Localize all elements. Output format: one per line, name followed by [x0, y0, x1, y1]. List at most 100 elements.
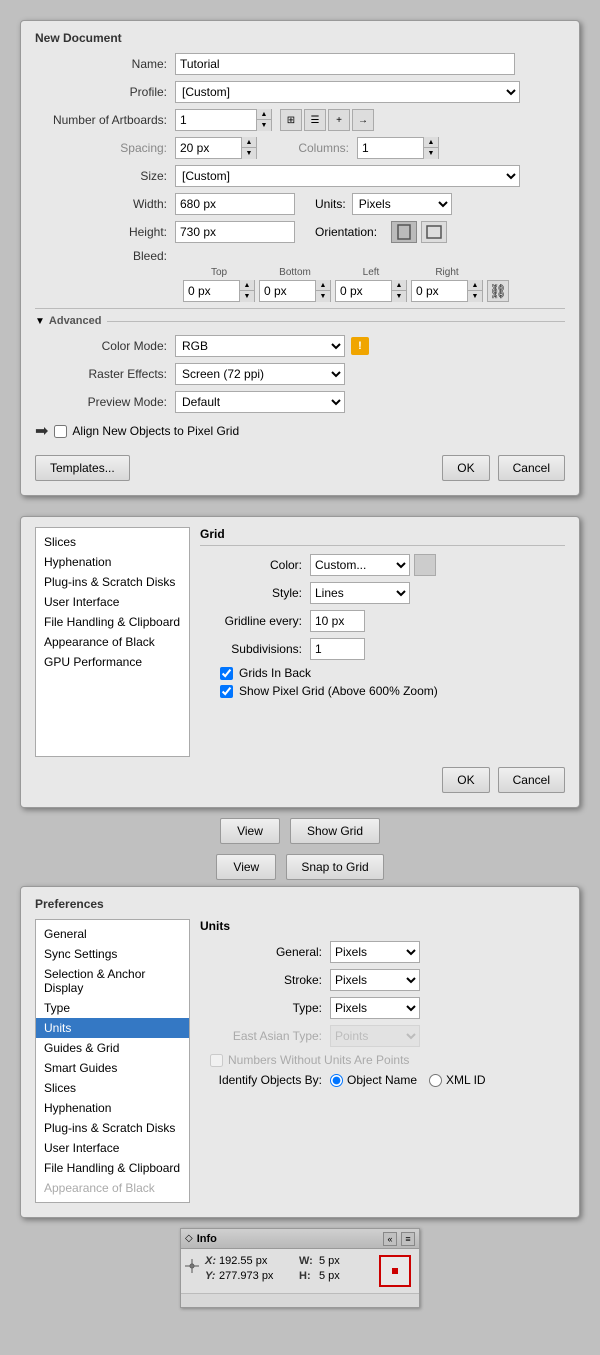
panel-menu-btn[interactable]: ≡ [401, 1232, 415, 1246]
color-swatch[interactable] [414, 554, 436, 576]
width-units-row: Width: Units: Pixels [35, 193, 565, 215]
h-label: H: [299, 1270, 319, 1282]
units-stroke-select[interactable]: Pixels [330, 969, 420, 991]
prefs-layout: Slices Hyphenation Plug-ins & Scratch Di… [35, 527, 565, 757]
preview-mode-label: Preview Mode: [35, 395, 175, 409]
snap-to-grid-button[interactable]: Snap to Grid [286, 854, 383, 880]
columns-up[interactable]: ▲ [424, 137, 438, 148]
sidebar-file-u[interactable]: File Handling & Clipboard [36, 1158, 189, 1178]
artboard-col-icon[interactable]: + [328, 109, 350, 131]
columns-input[interactable] [358, 138, 423, 158]
ok-button[interactable]: OK [442, 455, 489, 481]
artboard-row-icon[interactable]: ☰ [304, 109, 326, 131]
raster-effects-select[interactable]: Screen (72 ppi) [175, 363, 345, 385]
sidebar-sync[interactable]: Sync Settings [36, 944, 189, 964]
templates-button[interactable]: Templates... [35, 455, 130, 481]
color-mode-select[interactable]: RGB [175, 335, 345, 357]
prefs-grid-dialog: Slices Hyphenation Plug-ins & Scratch Di… [20, 516, 580, 808]
spacing-input[interactable] [176, 138, 241, 158]
bleed-bottom-input[interactable] [260, 281, 315, 301]
sidebar-plugins-u[interactable]: Plug-ins & Scratch Disks [36, 1118, 189, 1138]
align-label: Align New Objects to Pixel Grid [72, 424, 239, 438]
bleed-left-down[interactable]: ▼ [392, 291, 406, 302]
bleed-right-input[interactable] [412, 281, 467, 301]
bleed-top-arrows: ▲ ▼ [239, 280, 254, 302]
landscape-btn[interactable] [421, 221, 447, 243]
info-panel-body: X: 192.55 px W: 5 px Y: 277.973 px H: 5 … [181, 1249, 419, 1293]
bleed-right-down[interactable]: ▼ [468, 291, 482, 302]
sidebar-item-slices[interactable]: Slices [36, 532, 189, 552]
gridline-input[interactable] [310, 610, 365, 632]
profile-select[interactable]: [Custom] [175, 81, 520, 103]
show-pixel-grid-checkbox[interactable] [220, 685, 233, 698]
bleed-top-group: Top ▲ ▼ [183, 267, 255, 302]
sidebar-slices-u[interactable]: Slices [36, 1078, 189, 1098]
cancel-button[interactable]: Cancel [498, 455, 565, 481]
advanced-toggle[interactable]: ▼ [35, 316, 45, 327]
view-show-grid-row: View Show Grid [0, 818, 600, 844]
bleed-left-input[interactable] [336, 281, 391, 301]
columns-down[interactable]: ▼ [424, 148, 438, 159]
units-general-select[interactable]: Pixels [330, 941, 420, 963]
subdivisions-row: Subdivisions: [200, 638, 565, 660]
subdivisions-input[interactable] [310, 638, 365, 660]
height-input[interactable] [175, 221, 295, 243]
bleed-top-down[interactable]: ▼ [240, 291, 254, 302]
bleed-top-input[interactable] [184, 281, 239, 301]
sidebar-hyphenation-u[interactable]: Hyphenation [36, 1098, 189, 1118]
sidebar-smart-guides[interactable]: Smart Guides [36, 1058, 189, 1078]
units-type-select[interactable]: Pixels [330, 997, 420, 1019]
bleed-bottom-down[interactable]: ▼ [316, 291, 330, 302]
sidebar-item-appearance-black[interactable]: Appearance of Black [36, 632, 189, 652]
name-input[interactable] [175, 53, 515, 75]
sidebar-item-ui[interactable]: User Interface [36, 592, 189, 612]
sidebar-general[interactable]: General [36, 924, 189, 944]
object-name-radio[interactable] [330, 1074, 343, 1087]
xml-id-radio[interactable] [429, 1074, 442, 1087]
height-orient-row: Height: Orientation: [35, 221, 565, 243]
size-label: Size: [35, 169, 175, 183]
artboards-up[interactable]: ▲ [257, 109, 271, 120]
grid-style-select[interactable]: Lines [310, 582, 410, 604]
artboards-input[interactable] [176, 110, 256, 130]
panel-collapse-btn[interactable]: « [383, 1232, 397, 1246]
preview-mode-select[interactable]: Default [175, 391, 345, 413]
bleed-top-spinner: ▲ ▼ [183, 280, 255, 302]
sidebar-item-hyphenation[interactable]: Hyphenation [36, 552, 189, 572]
sidebar-item-file-handling[interactable]: File Handling & Clipboard [36, 612, 189, 632]
units-stroke-row: Stroke: Pixels [200, 969, 565, 991]
artboard-arrow-icon[interactable]: → [352, 109, 374, 131]
portrait-btn[interactable] [391, 221, 417, 243]
view-button-2[interactable]: View [216, 854, 276, 880]
sidebar-units[interactable]: Units [36, 1018, 189, 1038]
artboards-down[interactable]: ▼ [257, 120, 271, 131]
units-select[interactable]: Pixels [352, 193, 452, 215]
sidebar-selection[interactable]: Selection & Anchor Display [36, 964, 189, 998]
prefs-grid-ok[interactable]: OK [442, 767, 489, 793]
bleed-bottom-label: Bottom [279, 267, 311, 278]
grids-in-back-checkbox[interactable] [220, 667, 233, 680]
sidebar-item-gpu[interactable]: GPU Performance [36, 652, 189, 672]
show-grid-button[interactable]: Show Grid [290, 818, 380, 844]
chain-button[interactable]: ⛓ [487, 280, 509, 302]
sidebar-appearance-u[interactable]: Appearance of Black [36, 1178, 189, 1198]
bleed-left-up[interactable]: ▲ [392, 280, 406, 291]
width-input[interactable] [175, 193, 295, 215]
sidebar-item-plugins[interactable]: Plug-ins & Scratch Disks [36, 572, 189, 592]
spacing-up[interactable]: ▲ [242, 137, 256, 148]
sidebar-guides-grid[interactable]: Guides & Grid [36, 1038, 189, 1058]
bleed-right-up[interactable]: ▲ [468, 280, 482, 291]
sidebar-ui-u[interactable]: User Interface [36, 1138, 189, 1158]
bleed-bottom-up[interactable]: ▲ [316, 280, 330, 291]
numbers-without-units-row: Numbers Without Units Are Points [200, 1053, 565, 1067]
size-select[interactable]: [Custom] [175, 165, 520, 187]
sidebar-type[interactable]: Type [36, 998, 189, 1018]
align-checkbox[interactable] [54, 425, 67, 438]
bleed-bottom-arrows: ▲ ▼ [315, 280, 330, 302]
artboard-grid-icon[interactable]: ⊞ [280, 109, 302, 131]
grid-color-select[interactable]: Custom... [310, 554, 410, 576]
view-button-1[interactable]: View [220, 818, 280, 844]
prefs-grid-cancel[interactable]: Cancel [498, 767, 565, 793]
spacing-down[interactable]: ▼ [242, 148, 256, 159]
bleed-top-up[interactable]: ▲ [240, 280, 254, 291]
